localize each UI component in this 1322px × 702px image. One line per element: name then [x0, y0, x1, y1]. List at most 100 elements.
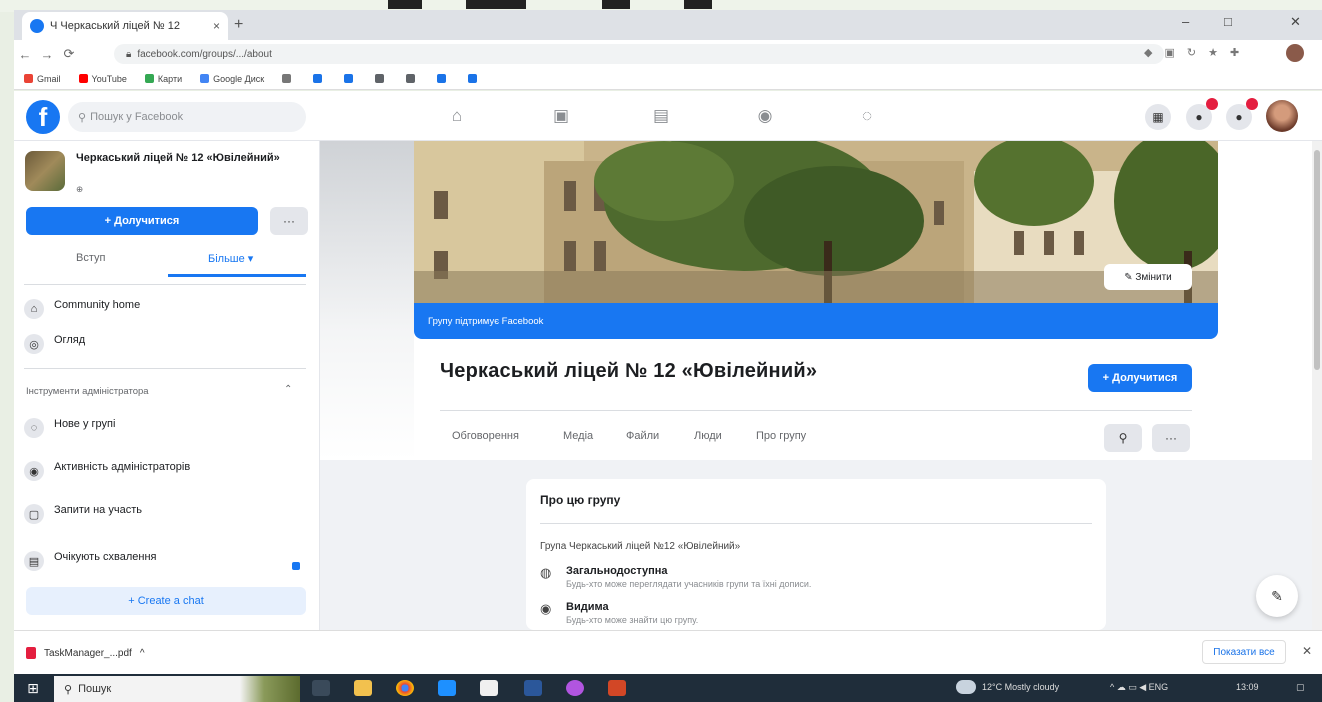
bookmark-item[interactable]	[282, 74, 295, 83]
download-bar	[14, 630, 1322, 674]
extension-icon[interactable]: ★	[1208, 46, 1218, 59]
marketplace-icon[interactable]: ▤	[648, 106, 674, 128]
maximize-button[interactable]: □	[1224, 14, 1232, 29]
close-window-button[interactable]: ✕	[1290, 14, 1301, 30]
app-icon[interactable]	[566, 680, 584, 696]
clock[interactable]: 13:09	[1236, 682, 1259, 692]
extension-icons: ◆ ▣ ↻ ★ ✚	[1144, 46, 1239, 59]
menu-icon[interactable]: ▦	[1145, 104, 1171, 130]
minimize-button[interactable]: –	[1182, 14, 1189, 29]
extension-icon[interactable]: ✚	[1230, 46, 1239, 59]
tray-icons[interactable]: ^ ☁ ▭ ◀ ENG	[1110, 682, 1168, 693]
cover-photo[interactable]	[414, 141, 1218, 303]
bookmark-label: YouTube	[91, 73, 127, 84]
bookmark-item[interactable]	[375, 74, 388, 83]
bookmark-item[interactable]: YouTube	[78, 73, 127, 84]
tab-more[interactable]: Більше ▾	[208, 252, 253, 265]
task-view-icon[interactable]	[312, 680, 330, 696]
tab-about[interactable]: Вступ	[76, 252, 105, 264]
create-chat-button[interactable]: + Create a chat	[26, 587, 306, 615]
home-icon[interactable]: ⌂	[444, 106, 470, 128]
new-tab-button[interactable]: +	[234, 16, 243, 34]
facebook-logo-icon[interactable]: f	[26, 100, 60, 134]
sidebar-item-new-in-group[interactable]: ◌ Нове у групі	[24, 418, 115, 438]
download-menu-icon[interactable]: ^	[140, 648, 145, 659]
profile-avatar[interactable]	[1266, 100, 1298, 132]
bookmark-icon	[344, 74, 354, 83]
browser-tab[interactable]: Ч Черкаський ліцей № 12 ×	[22, 12, 228, 40]
facebook-search-input[interactable]: ⚲ Пошук у Facebook	[68, 102, 306, 132]
search-group-button[interactable]: ⚲	[1104, 424, 1142, 452]
windows-start-icon[interactable]: ⊞	[22, 678, 44, 698]
store-icon[interactable]	[480, 680, 498, 696]
about-description: Група Черкаський ліцей №12 «Ювілейний»	[540, 541, 741, 552]
bookmark-label: Google Диск	[213, 73, 265, 84]
show-all-downloads-button[interactable]: Показати все	[1202, 640, 1286, 664]
bookmark-icon	[437, 74, 447, 83]
scrollbar-thumb[interactable]	[1314, 150, 1320, 370]
close-tab-icon[interactable]: ×	[213, 19, 220, 33]
privacy-row: ◍ Загальнодоступна Будь-хто може перегля…	[540, 565, 811, 589]
browser-profile-avatar[interactable]	[1286, 44, 1304, 62]
new-message-button[interactable]: ✎	[1256, 575, 1298, 617]
gaming-icon[interactable]: ◌	[854, 106, 880, 128]
bookmark-item[interactable]	[437, 74, 450, 83]
visibility-title: Видима	[566, 601, 609, 613]
join-group-button[interactable]: + Долучитися	[26, 207, 258, 235]
mail-icon[interactable]	[438, 680, 456, 696]
bookmark-item[interactable]	[313, 74, 326, 83]
sidebar-item-overview[interactable]: ◎ Огляд	[24, 334, 85, 354]
sidebar-item-admin-activity[interactable]: ◉ Активність адміністраторів	[24, 461, 190, 481]
taskbar-search-input[interactable]: ⚲ Пошук	[54, 676, 300, 702]
group-name[interactable]: Черкаський ліцей № 12 «Ювілейний»	[76, 151, 296, 165]
watch-icon[interactable]: ▣	[548, 106, 574, 128]
groups-icon[interactable]: ◉	[752, 106, 778, 128]
download-item[interactable]: TaskManager_...pdf ^	[26, 640, 202, 666]
bookmark-item[interactable]: Google Диск	[200, 74, 264, 84]
bookmark-icon	[406, 74, 416, 83]
extension-icon[interactable]: ▣	[1164, 46, 1174, 59]
cover-side-gradient	[320, 141, 414, 460]
more-options-button[interactable]: ···	[270, 207, 308, 235]
back-button[interactable]: ←	[14, 47, 36, 62]
tab-discussion[interactable]: Обговорення	[452, 430, 519, 442]
bookmark-item[interactable]: Gmail	[24, 74, 61, 84]
close-download-bar-icon[interactable]: ✕	[1302, 644, 1312, 658]
reload-button[interactable]: ⟳	[58, 46, 80, 62]
bookmark-item[interactable]	[344, 74, 357, 83]
edit-cover-button[interactable]: ✎ Змінити	[1104, 264, 1192, 290]
address-bar[interactable]: 🔒︎ facebook.com/groups/.../about	[114, 44, 1164, 64]
extension-icon[interactable]: ◆	[1144, 46, 1152, 59]
bookmark-item[interactable]	[468, 74, 481, 83]
sidebar-item-community-home[interactable]: ⌂ Community home	[24, 299, 140, 319]
forward-button[interactable]: →	[36, 47, 58, 62]
word-icon[interactable]	[524, 680, 542, 696]
chrome-icon[interactable]	[396, 680, 414, 696]
sidebar-item-membership-requests[interactable]: ▢ Запити на участь	[24, 504, 142, 524]
divider	[540, 523, 1092, 524]
group-thumbnail[interactable]	[25, 151, 65, 191]
community-home-icon: ⌂	[24, 299, 44, 319]
browser-toolbar: ← → ⟳ 🔒︎ facebook.com/groups/.../about ◆…	[14, 40, 1322, 68]
notification-center-icon[interactable]: ▢	[1296, 682, 1305, 693]
tab-files[interactable]: Файли	[626, 430, 659, 442]
powerpoint-icon[interactable]	[608, 680, 626, 696]
tab-about-group[interactable]: Про групу	[756, 430, 806, 442]
file-explorer-icon[interactable]	[354, 680, 372, 696]
search-icon: ⚲	[78, 111, 87, 124]
join-group-button-main[interactable]: + Долучитися	[1088, 364, 1192, 392]
url-text: facebook.com/groups/.../about	[137, 48, 272, 60]
visibility-row: ◉ Видима Будь-хто може знайти цю групу.	[540, 601, 698, 625]
cover-photo-image	[414, 141, 1218, 303]
tab-people[interactable]: Люди	[694, 430, 722, 442]
bookmark-item[interactable]: Карти	[144, 74, 182, 84]
sidebar-item-pending-approval[interactable]: ▤ Очікують схвалення	[24, 551, 156, 571]
chevron-up-icon[interactable]: ⌃	[284, 384, 292, 395]
group-more-button[interactable]: ···	[1152, 424, 1190, 452]
weather-text[interactable]: 12°C Mostly cloudy	[982, 682, 1059, 692]
search-placeholder: Пошук у Facebook	[90, 111, 184, 123]
tab-media[interactable]: Медіа	[563, 430, 593, 442]
extension-icon[interactable]: ↻	[1187, 46, 1196, 59]
sidebar-item-label: Очікують схвалення	[54, 551, 157, 563]
bookmark-item[interactable]	[406, 74, 419, 83]
